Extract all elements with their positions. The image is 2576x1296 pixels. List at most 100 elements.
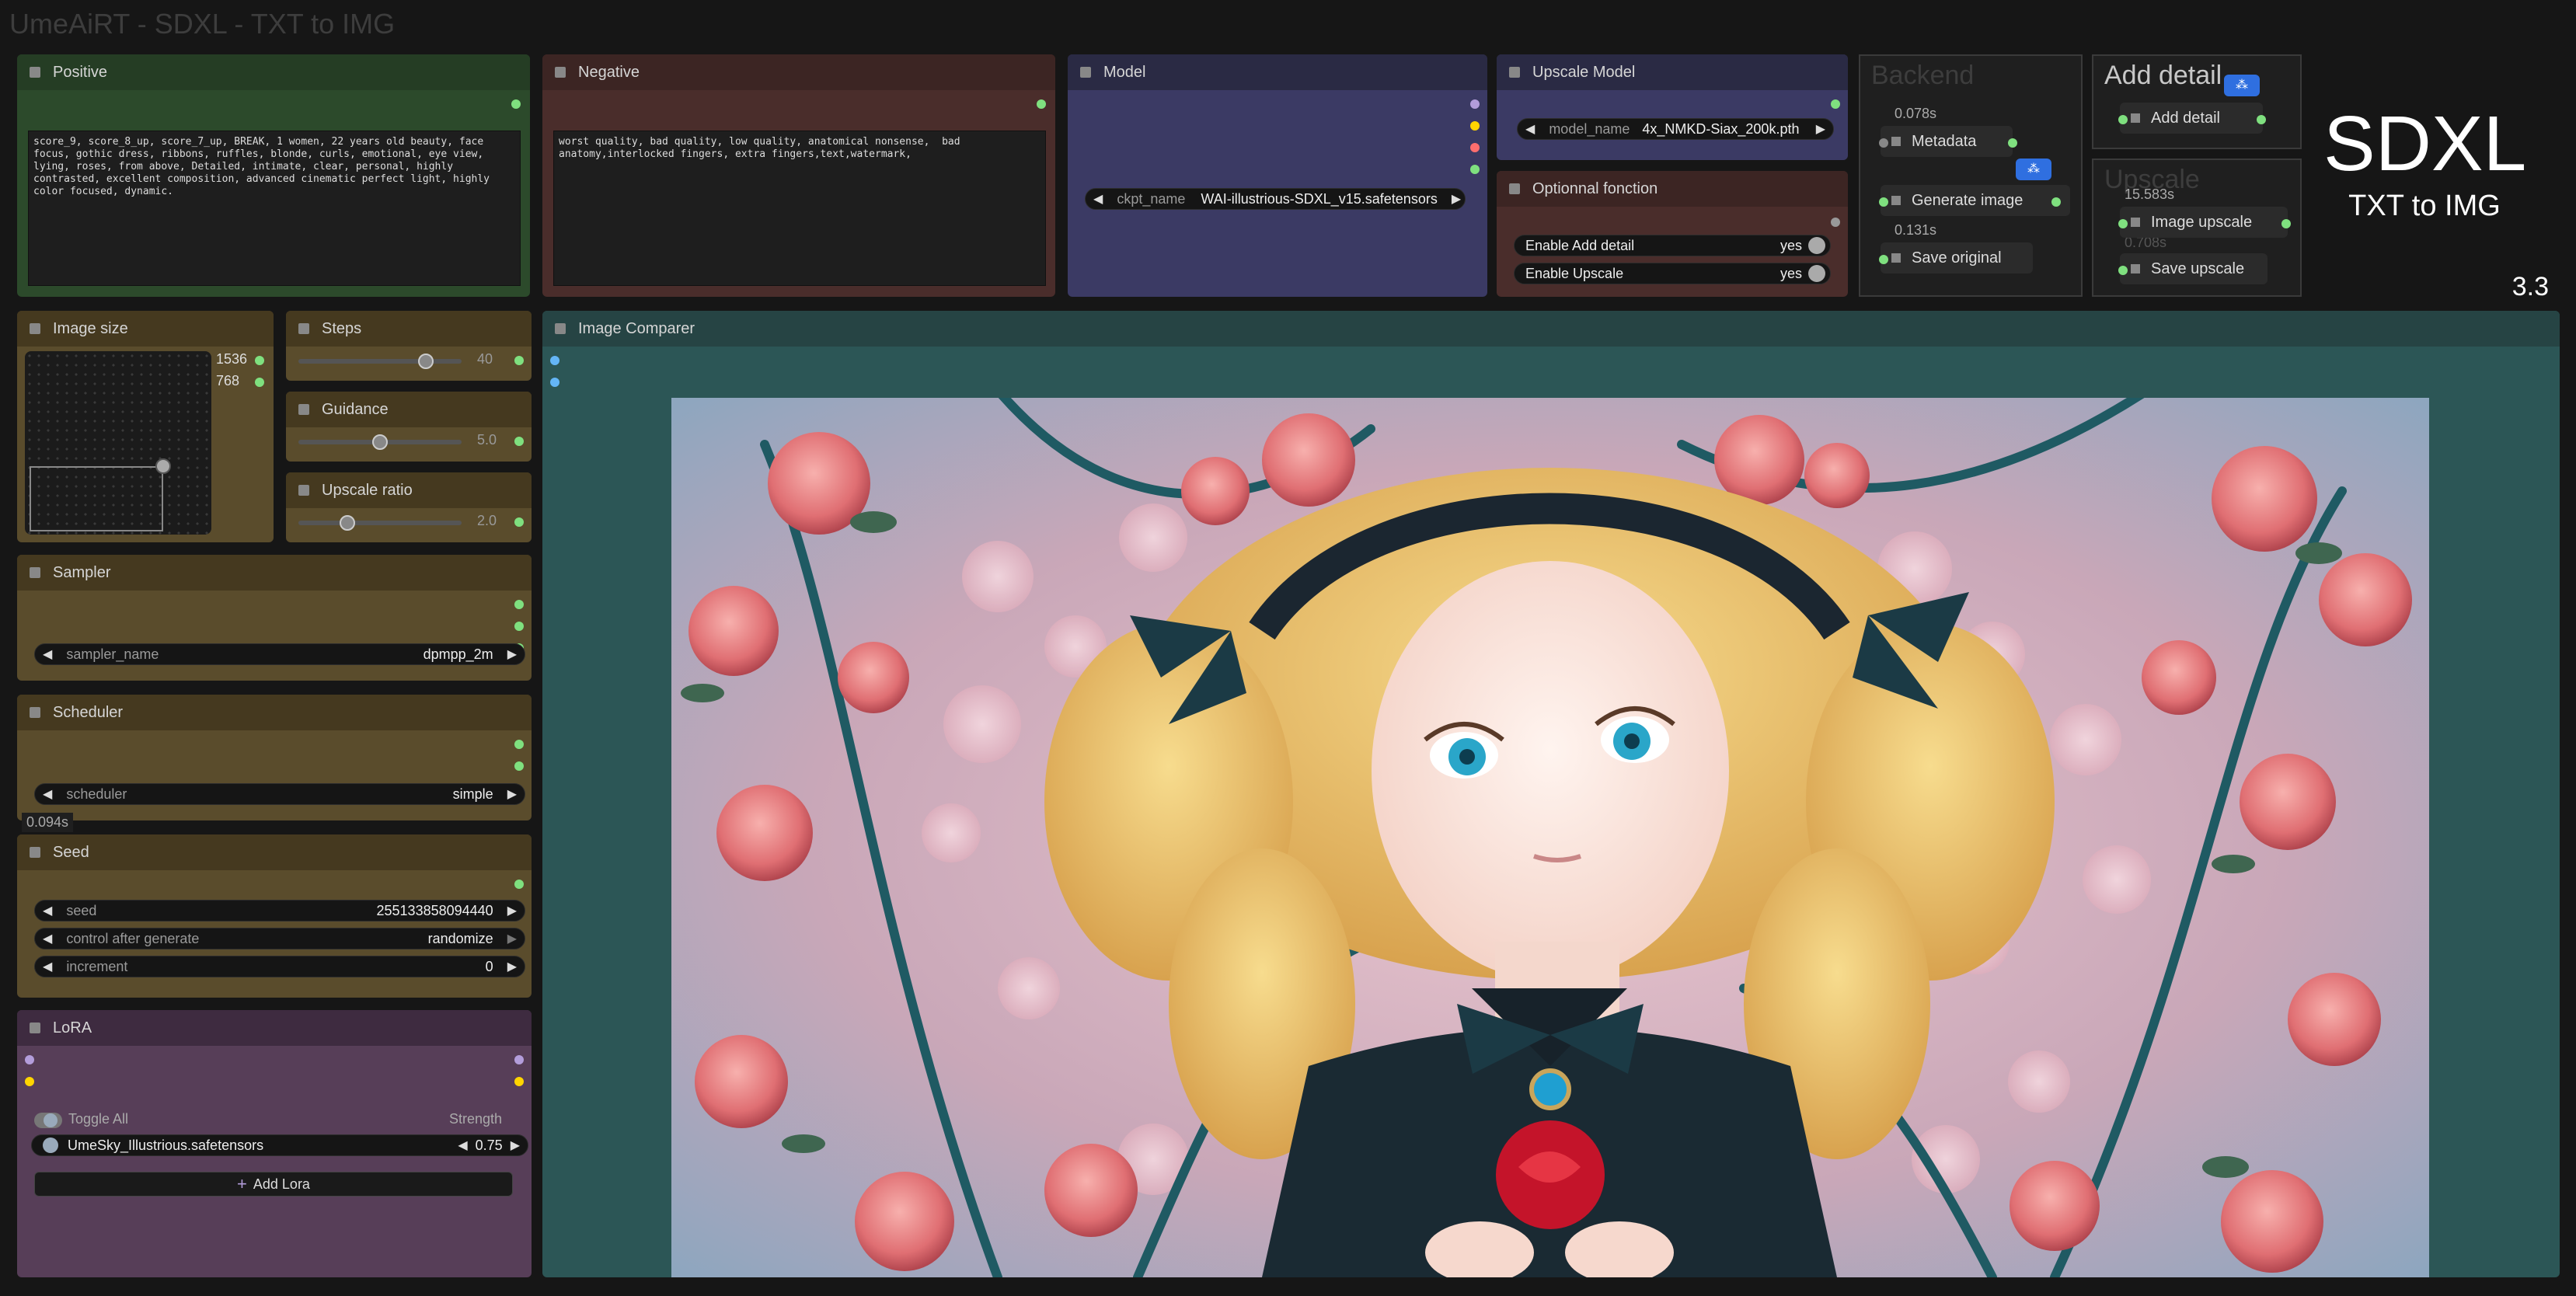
- output-port[interactable]: [514, 600, 524, 609]
- steps-node[interactable]: Steps 40: [286, 311, 532, 381]
- collapse-icon[interactable]: [1509, 183, 1520, 194]
- output-port[interactable]: [514, 622, 524, 631]
- increment-input[interactable]: ◀ increment 0 ▶: [34, 956, 525, 977]
- collapse-icon[interactable]: [30, 67, 40, 78]
- arrow-left-icon[interactable]: ◀: [35, 903, 60, 918]
- enable-add-detail-toggle[interactable]: Enable Add detail yes: [1514, 235, 1831, 256]
- scheduler-select[interactable]: ◀ scheduler simple ▶: [34, 783, 525, 805]
- collapse-icon[interactable]: [555, 323, 566, 334]
- arrow-right-icon[interactable]: ▶: [500, 646, 525, 662]
- output-port[interactable]: [1831, 99, 1840, 109]
- scheduler-header[interactable]: Scheduler: [17, 695, 532, 730]
- collapse-icon[interactable]: [298, 485, 309, 496]
- sampler-header[interactable]: Sampler: [17, 555, 532, 591]
- collapse-icon[interactable]: [30, 707, 40, 718]
- guidance-slider-knob[interactable]: [372, 434, 388, 450]
- image-size-node[interactable]: Image size 1536 768: [17, 311, 274, 542]
- collapse-icon[interactable]: [1891, 137, 1901, 146]
- arrow-right-icon[interactable]: ▶: [1444, 191, 1469, 207]
- image-comparer-node[interactable]: Image Comparer: [542, 311, 2560, 1277]
- collapse-icon[interactable]: [1080, 67, 1091, 78]
- upscale-ratio-slider-track[interactable]: [298, 521, 462, 525]
- collapse-icon[interactable]: [1891, 196, 1901, 205]
- model-output-port[interactable]: [1470, 99, 1480, 109]
- collapse-icon[interactable]: [30, 1023, 40, 1033]
- arrow-right-icon[interactable]: ▶: [1808, 121, 1833, 137]
- guidance-header[interactable]: Guidance: [286, 392, 532, 427]
- steps-header[interactable]: Steps: [286, 311, 532, 347]
- scheduler-node[interactable]: Scheduler ◀ scheduler simple ▶: [17, 695, 532, 820]
- collapse-icon[interactable]: [298, 404, 309, 415]
- add-lora-button[interactable]: + Add Lora: [34, 1172, 513, 1197]
- vae-output-port[interactable]: [1470, 143, 1480, 152]
- arrow-left-icon[interactable]: ◀: [35, 931, 60, 946]
- input-port[interactable]: [1879, 138, 1888, 148]
- upscale-group[interactable]: Upscale 15.583s 0.708s Image upscale Sav…: [2092, 159, 2302, 297]
- input-port[interactable]: [2118, 266, 2128, 275]
- seed-node[interactable]: Seed ◀ seed 255133858094440 ▶ ◀ control …: [17, 834, 532, 998]
- upscale-ratio-node[interactable]: Upscale ratio 2.0: [286, 472, 532, 542]
- collapse-icon[interactable]: [2131, 113, 2140, 123]
- image-a-input-port[interactable]: [550, 356, 559, 365]
- enable-upscale-toggle[interactable]: Enable Upscale yes: [1514, 263, 1831, 284]
- negative-prompt-input[interactable]: [553, 131, 1046, 286]
- height-output-port[interactable]: [255, 378, 264, 387]
- output-port[interactable]: [2257, 115, 2266, 124]
- steps-slider-track[interactable]: [298, 359, 462, 364]
- output-port[interactable]: [514, 437, 524, 446]
- upscale-model-select[interactable]: ◀ model_name 4x_NMKD-Siax_200k.pth ▶: [1517, 118, 1834, 140]
- image-upscale-node[interactable]: Image upscale: [2120, 207, 2288, 238]
- arrow-right-icon[interactable]: ▶: [500, 931, 525, 946]
- node-group-badge[interactable]: ⁂: [2224, 75, 2260, 96]
- positive-header[interactable]: Positive: [17, 54, 530, 90]
- image-b-input-port[interactable]: [550, 378, 559, 387]
- arrow-left-icon[interactable]: ◀: [450, 1137, 475, 1153]
- lora-header[interactable]: LoRA: [17, 1010, 532, 1046]
- optional-node[interactable]: Optionnal fonction Enable Add detail yes…: [1497, 171, 1848, 297]
- steps-slider-knob[interactable]: [417, 354, 434, 369]
- collapse-icon[interactable]: [298, 323, 309, 334]
- collapse-icon[interactable]: [2131, 264, 2140, 273]
- negative-node[interactable]: Negative: [542, 54, 1055, 297]
- size-canvas[interactable]: [25, 351, 211, 535]
- model-node[interactable]: Model ◀ ckpt_name WAI-illustrious-SDXL_v…: [1068, 54, 1487, 297]
- collapse-icon[interactable]: [30, 323, 40, 334]
- input-port[interactable]: [1879, 255, 1888, 264]
- output-port[interactable]: [514, 740, 524, 749]
- arrow-left-icon[interactable]: ◀: [35, 646, 60, 662]
- backend-group[interactable]: Backend 0.078s Metadata ⁂ Generate image…: [1859, 54, 2083, 297]
- save-upscale-node[interactable]: Save upscale: [2120, 253, 2268, 284]
- metadata-node[interactable]: Metadata: [1881, 126, 2013, 157]
- seed-input[interactable]: ◀ seed 255133858094440 ▶: [34, 900, 525, 921]
- model-header[interactable]: Model: [1068, 54, 1487, 90]
- output-port[interactable]: [2051, 197, 2061, 207]
- lora-item[interactable]: UmeSky_Illustrious.safetensors ◀ 0.75 ▶: [31, 1134, 528, 1156]
- image-size-header[interactable]: Image size: [17, 311, 274, 347]
- arrow-right-icon[interactable]: ▶: [500, 959, 525, 974]
- toggle-all-switch[interactable]: [34, 1113, 62, 1128]
- arrow-left-icon[interactable]: ◀: [35, 786, 60, 802]
- clip-output-port[interactable]: [514, 1077, 524, 1086]
- output-port[interactable]: [511, 99, 521, 109]
- collapse-icon[interactable]: [30, 847, 40, 858]
- control-after-generate-select[interactable]: ◀ control after generate randomize ▶: [34, 928, 525, 949]
- output-port[interactable]: [1831, 218, 1840, 227]
- output-port[interactable]: [514, 356, 524, 365]
- extra-output-port[interactable]: [1470, 165, 1480, 174]
- clip-input-port[interactable]: [25, 1077, 34, 1086]
- collapse-icon[interactable]: [1509, 67, 1520, 78]
- collapse-icon[interactable]: [555, 67, 566, 78]
- upscale-ratio-header[interactable]: Upscale ratio: [286, 472, 532, 508]
- clip-output-port[interactable]: [1470, 121, 1480, 131]
- add-detail-group[interactable]: Add detail ⁂ Add detail: [2092, 54, 2302, 149]
- output-port[interactable]: [1037, 99, 1046, 109]
- model-output-port[interactable]: [514, 1055, 524, 1064]
- sampler-node[interactable]: Sampler ◀ sampler_name dpmpp_2m ▶: [17, 555, 532, 681]
- lora-toggle[interactable]: [43, 1137, 58, 1153]
- positive-node[interactable]: Positive: [17, 54, 530, 297]
- lora-node[interactable]: LoRA Toggle All Strength UmeSky_Illustri…: [17, 1010, 532, 1277]
- save-original-node[interactable]: Save original: [1881, 242, 2033, 273]
- output-port[interactable]: [2008, 138, 2017, 148]
- output-port[interactable]: [514, 761, 524, 771]
- arrow-left-icon[interactable]: ◀: [1086, 191, 1110, 207]
